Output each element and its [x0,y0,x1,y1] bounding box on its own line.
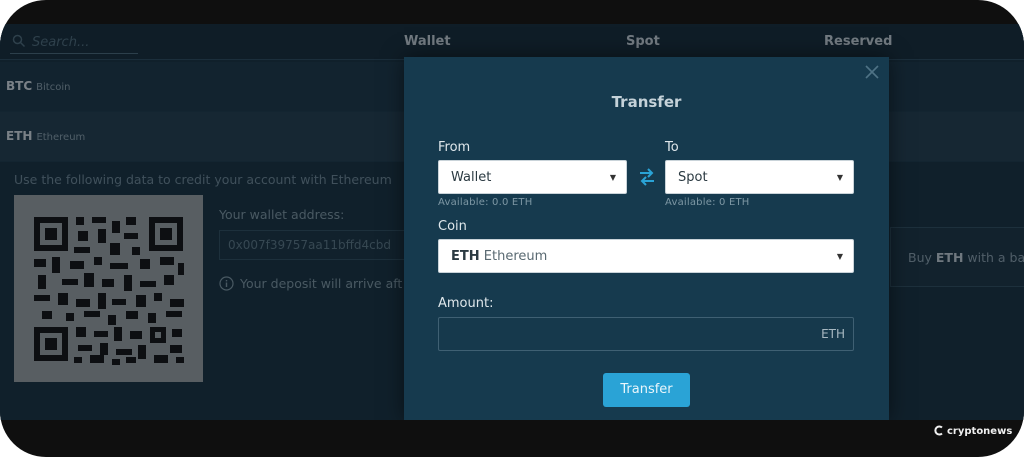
amount-label: Amount: [438,296,494,311]
amount-field[interactable]: ETH [438,317,854,351]
cryptonews-logo-icon [934,425,943,436]
modal-title: Transfer [611,93,682,111]
to-label: To [665,140,679,155]
coin-name: Ethereum [483,249,548,264]
device-frame: Wallet Spot Reserved BTCBitcoin ETHEther… [0,0,1024,457]
from-available: Available: 0.0 ETH [438,197,533,208]
coin-symbol: ETH [451,249,480,264]
to-select[interactable]: Spot ▼ [665,160,854,194]
close-icon[interactable] [863,63,881,81]
from-select-value: Wallet [451,170,492,185]
from-label: From [438,140,471,155]
watermark: cryptonews [933,425,1012,437]
to-select-value: Spot [678,170,708,185]
amount-input[interactable] [447,324,807,344]
chevron-down-icon: ▼ [836,173,843,182]
chevron-down-icon: ▼ [836,252,843,261]
transfer-button[interactable]: Transfer [603,373,690,407]
swap-arrows-icon[interactable] [636,166,658,188]
from-select[interactable]: Wallet ▼ [438,160,627,194]
coin-label: Coin [438,219,467,234]
watermark-text: cryptonews [947,426,1013,437]
to-available: Available: 0 ETH [665,197,750,208]
exchange-app: Wallet Spot Reserved BTCBitcoin ETHEther… [0,24,1024,420]
amount-unit: ETH [821,327,845,341]
chevron-down-icon: ▼ [609,173,616,182]
transfer-modal: Transfer From Wallet ▼ Available: 0.0 ET… [404,57,889,420]
coin-select[interactable]: ETH Ethereum ▼ [438,239,854,273]
